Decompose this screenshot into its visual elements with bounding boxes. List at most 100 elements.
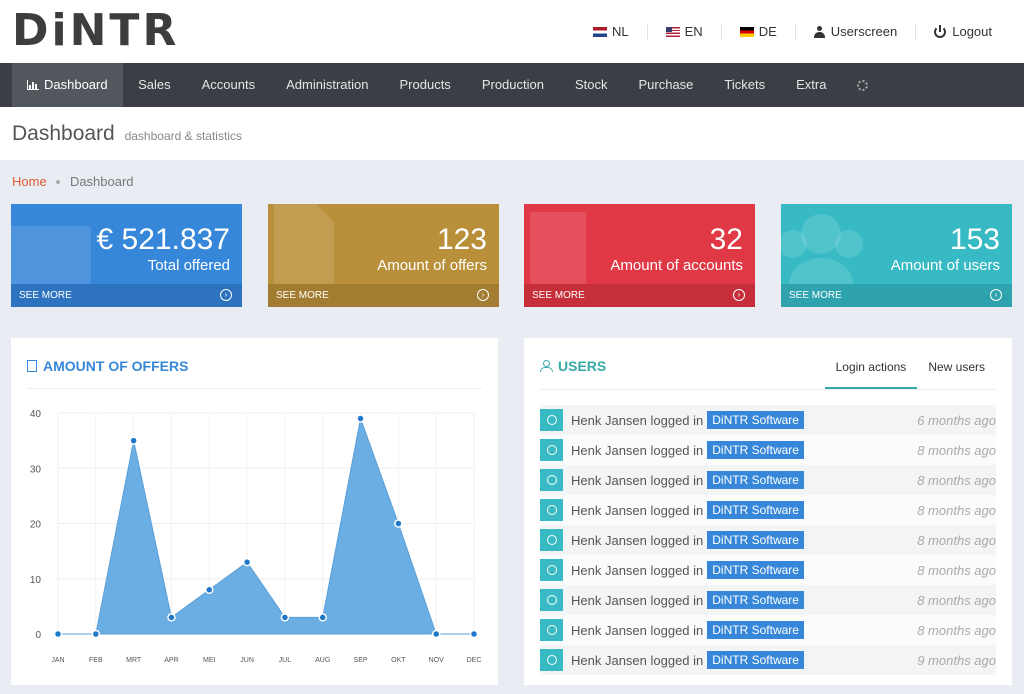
- nav-production[interactable]: Production: [466, 63, 559, 107]
- clock-icon: [540, 619, 563, 641]
- feed-row: Henk Jansen logged in DiNTR Software 8 mon…: [540, 585, 996, 615]
- x-tick-label: MRT: [126, 657, 142, 664]
- lang-nl-label: NL: [612, 24, 629, 39]
- tile-value: 32: [709, 223, 743, 256]
- dintr-logo[interactable]: DiNTR: [12, 8, 179, 54]
- x-tick-label: APR: [164, 657, 178, 664]
- feed-text: Henk Jansen logged in: [571, 532, 704, 548]
- company-tag[interactable]: DiNTR Software: [707, 591, 804, 609]
- nav-accounts[interactable]: Accounts: [186, 63, 270, 107]
- feed-text: Henk Jansen logged in: [571, 442, 704, 458]
- stat-tile-amount-accounts: 32 Amount of accounts SEE MORE ›: [524, 204, 755, 307]
- lang-de-link[interactable]: DE: [720, 23, 795, 40]
- lang-en-label: EN: [684, 24, 703, 39]
- nav-products[interactable]: Products: [384, 63, 466, 107]
- data-point: [318, 613, 327, 622]
- x-tick-label: DEC: [467, 657, 482, 664]
- feed-row: Henk Jansen logged in DiNTR Software 8 mon…: [540, 435, 996, 465]
- logo-text: DiNTR: [12, 5, 180, 56]
- data-point: [129, 436, 138, 445]
- tile-label: Amount of offers: [377, 257, 487, 274]
- see-more-label: SEE MORE: [532, 290, 585, 301]
- flag-nl-icon: [593, 26, 608, 37]
- x-tick-label: OKT: [391, 657, 406, 664]
- users-icon: [540, 360, 553, 372]
- clock-icon: [540, 559, 563, 581]
- feed-text: Henk Jansen logged in: [571, 592, 704, 608]
- company-tag[interactable]: DiNTR Software: [707, 441, 804, 459]
- tile-label: Total offered: [147, 257, 230, 274]
- data-point: [431, 629, 441, 639]
- gear-icon: [857, 79, 869, 91]
- users-panel-title: USERS: [540, 358, 606, 374]
- feed-row: Henk Jansen logged in DiNTR Software 8 mon…: [540, 495, 996, 525]
- arrow-circle-icon: ›: [733, 289, 745, 301]
- data-point: [242, 557, 252, 567]
- arrow-circle-icon: ›: [990, 289, 1002, 301]
- nav-sales[interactable]: Sales: [123, 63, 187, 107]
- feed-text: Henk Jansen logged in: [571, 502, 704, 518]
- feed-row: Henk Jansen logged in DiNTR Software 9 mon…: [540, 645, 996, 675]
- tile-value: € 521.837: [96, 223, 230, 256]
- lang-de-label: DE: [758, 24, 777, 39]
- company-tag[interactable]: DiNTR Software: [707, 621, 804, 639]
- stat-tile-amount-users: 153 Amount of users SEE MORE ›: [781, 204, 1012, 307]
- nav-administration[interactable]: Administration: [271, 63, 384, 107]
- breadcrumb: Home Dashboard: [12, 174, 134, 189]
- feed-row: Henk Jansen logged in DiNTR Software 6 mon…: [540, 405, 996, 435]
- nav-stock[interactable]: Stock: [559, 63, 623, 107]
- breadcrumb-home[interactable]: Home: [12, 174, 47, 189]
- users-tabs: Login actions New users: [824, 352, 996, 390]
- see-more-link[interactable]: SEE MORE ›: [268, 284, 499, 307]
- nav-extra[interactable]: Extra: [781, 63, 842, 107]
- feed-timestamp: 8 months ago: [917, 472, 996, 488]
- clock-icon: [540, 649, 563, 671]
- lang-en-link[interactable]: EN: [646, 23, 721, 40]
- x-tick-label: SEP: [354, 657, 368, 664]
- feed-text: Henk Jansen logged in: [571, 412, 704, 428]
- company-tag[interactable]: DiNTR Software: [707, 651, 804, 669]
- nav-purchase[interactable]: Purchase: [623, 63, 709, 107]
- company-tag[interactable]: DiNTR Software: [707, 531, 804, 549]
- feed-timestamp: 8 months ago: [917, 562, 996, 578]
- power-icon: [934, 24, 947, 38]
- tab-login-actions[interactable]: Login actions: [824, 352, 918, 390]
- feed-row: Henk Jansen logged in DiNTR Software 8 mon…: [540, 615, 996, 645]
- feed-row: Henk Jansen logged in DiNTR Software 8 mon…: [540, 525, 996, 555]
- company-tag[interactable]: DiNTR Software: [707, 501, 804, 519]
- lang-nl-link[interactable]: NL: [575, 24, 647, 40]
- tile-label: Amount of users: [890, 257, 1000, 274]
- clock-icon: [540, 469, 563, 491]
- feed-row: Henk Jansen logged in DiNTR Software 8 mon…: [540, 465, 996, 495]
- see-more-link[interactable]: SEE MORE ›: [781, 284, 1012, 307]
- breadcrumb-current: Dashboard: [69, 174, 134, 189]
- clock-icon: [540, 529, 563, 551]
- feed-timestamp: 8 months ago: [917, 532, 996, 548]
- nav-tickets[interactable]: Tickets: [709, 63, 781, 107]
- nav-dashboard-label: Dashboard: [44, 77, 108, 92]
- company-tag[interactable]: DiNTR Software: [707, 411, 804, 429]
- x-tick-label: FEB: [89, 657, 103, 664]
- company-tag[interactable]: DiNTR Software: [707, 561, 804, 579]
- see-more-link[interactable]: SEE MORE ›: [524, 284, 755, 307]
- see-more-link[interactable]: SEE MORE ›: [11, 284, 242, 307]
- nav-settings[interactable]: [842, 63, 884, 107]
- tab-new-users[interactable]: New users: [917, 352, 996, 390]
- data-point: [205, 585, 214, 595]
- userscreen-label: Userscreen: [830, 24, 898, 39]
- company-tag[interactable]: DiNTR Software: [707, 471, 804, 489]
- login-feed: Henk Jansen logged in DiNTR Software 6 mon…: [540, 405, 996, 675]
- data-point: [394, 519, 403, 528]
- top-header: DiNTR NL EN DE Userscreen Logout: [0, 0, 1024, 63]
- userscreen-link[interactable]: Userscreen: [794, 23, 915, 40]
- see-more-label: SEE MORE: [276, 290, 329, 301]
- nav-dashboard[interactable]: Dashboard: [12, 63, 123, 107]
- stat-tile-total-offered: € 521.837 Total offered SEE MORE ›: [11, 204, 242, 307]
- y-tick-label: 40: [30, 409, 42, 420]
- logout-link[interactable]: Logout: [915, 23, 1010, 40]
- clock-icon: [540, 439, 563, 461]
- clock-icon: [540, 589, 563, 611]
- data-point: [53, 629, 63, 639]
- x-tick-label: JUN: [240, 657, 254, 664]
- see-more-label: SEE MORE: [789, 290, 842, 301]
